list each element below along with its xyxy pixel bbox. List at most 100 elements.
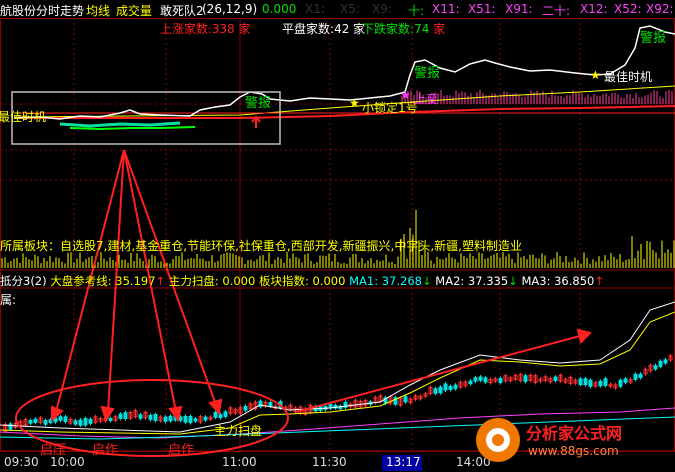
star-icon: ★: [349, 96, 360, 110]
alert-label-2: 警报: [414, 66, 441, 81]
flat-stats: 平盘家数:42 家: [282, 22, 366, 36]
watermark-name: 分析家公式网: [526, 424, 623, 443]
candle-body: [188, 415, 193, 424]
ma2-label: MA2:: [435, 274, 465, 288]
candle-body: [168, 415, 173, 422]
ref-arrow: ↑: [155, 274, 166, 288]
candle-body: [108, 417, 113, 421]
candle-body: [663, 359, 668, 364]
chart-canvas[interactable]: ★ ★ ★: [0, 0, 675, 472]
candle-body: [118, 413, 123, 419]
lower-annot-2: 启作: [92, 443, 119, 458]
x9-label: X9:: [372, 2, 392, 16]
watermark-logo: [476, 418, 520, 462]
candle-body: [618, 379, 623, 387]
scan-value: 0.000: [222, 274, 256, 288]
watermark-url: www.88gs.com: [528, 444, 619, 458]
candle-body: [478, 376, 483, 381]
candle-body: [63, 416, 68, 423]
candle-body: [453, 384, 458, 390]
best-time-label-right: 最佳时机: [604, 70, 653, 84]
flat-label: 平盘家数: [282, 22, 331, 36]
tab-average[interactable]: 均线: [86, 2, 110, 19]
candle-body: [193, 418, 198, 422]
indicator-label: 抵分3(2): [0, 274, 47, 288]
lower-annot-3: 启作: [168, 443, 195, 458]
candle-body: [8, 423, 13, 430]
candle-body: [123, 412, 128, 420]
ma2-arrow: ↓: [508, 274, 518, 288]
indicator-name[interactable]: 敢死队2: [160, 2, 204, 19]
scan-label: 主力扫盘:: [168, 274, 219, 288]
panel3-label: 属:: [0, 293, 17, 307]
x5-label: X5:: [340, 2, 360, 16]
candle-body: [658, 360, 663, 367]
time-label: 09:30: [4, 455, 39, 469]
candle-body: [268, 402, 273, 407]
candle-body: [203, 416, 208, 421]
x10-label: 十:: [408, 4, 425, 18]
alert-label-1: 警报: [245, 96, 272, 111]
x91-label: X91:: [505, 2, 533, 16]
chart-title: 航股份分时走势: [0, 4, 85, 18]
down-unit: 家: [433, 22, 446, 36]
star-icon: ★: [590, 68, 601, 82]
candle-body: [598, 380, 603, 387]
lower-annot-4: 主力扫盘: [214, 424, 263, 438]
candle-body: [153, 414, 158, 422]
candle-body: [473, 377, 478, 382]
candle-body: [243, 405, 248, 411]
x12-label: X12:: [580, 2, 608, 16]
sector-index-label: 板块指数:: [258, 274, 309, 288]
candle-body: [73, 420, 78, 425]
candle-body: [28, 420, 33, 424]
candle-body: [183, 415, 188, 423]
price-line: [13, 25, 675, 120]
candle-body: [498, 377, 503, 383]
up-label: 上涨家数: [160, 22, 209, 36]
candle-body: [523, 375, 528, 382]
ma2-value: 37.335: [467, 274, 509, 288]
small-chain-label: 小锁定1号: [362, 101, 418, 115]
candle-body: [43, 419, 48, 425]
candle-body: [58, 416, 63, 421]
candle-body: [653, 365, 658, 370]
x11-label: X11:: [432, 2, 460, 16]
ma3-value: 36.850: [554, 274, 595, 288]
indicator-readout: 0.000: [262, 2, 297, 16]
gear-icon: [486, 428, 510, 452]
time-label-highlight: 13:17: [386, 455, 421, 469]
ma1-arrow: ↓: [421, 274, 432, 288]
candle-body: [438, 386, 443, 394]
candle-body: [88, 418, 93, 424]
market-stats: 上涨家数:338 家: [160, 22, 251, 36]
candle-body: [468, 380, 473, 385]
time-label: 11:30: [312, 455, 347, 469]
x52-label: X52:: [614, 2, 642, 16]
down-count: 74: [414, 22, 430, 36]
sector-index-value: 0.000: [312, 274, 346, 288]
candle-body: [213, 411, 218, 418]
candle-body: [583, 378, 588, 386]
chart-header: 航股份分时走势 均线 成交量 敢死队2 (26,12,9) 0.000 X1: …: [0, 2, 675, 18]
x20-label: 二十:: [542, 4, 571, 18]
ref-value: 35.197: [115, 274, 156, 288]
ma1-value: 37.268: [381, 274, 422, 288]
best-time-label-left: 最佳时机: [0, 110, 47, 124]
candle-body: [448, 385, 453, 390]
candle-body: [433, 388, 438, 394]
x51-label: X51:: [468, 2, 496, 16]
candle-body: [163, 416, 168, 422]
candle-body: [633, 373, 638, 380]
candle-body: [148, 414, 153, 420]
candle-body: [578, 378, 583, 385]
x92-label: X92:: [646, 2, 674, 16]
candle-body: [138, 414, 143, 419]
candle-body: [603, 378, 608, 386]
tab-volume[interactable]: 成交量: [116, 2, 152, 19]
ma1-label: MA1:: [349, 274, 379, 288]
candle-body: [83, 418, 88, 426]
time-label: 10:00: [50, 455, 85, 469]
up-count: 338: [211, 22, 235, 36]
watermark: 分析家公式网 www.88gs.com: [476, 414, 675, 472]
